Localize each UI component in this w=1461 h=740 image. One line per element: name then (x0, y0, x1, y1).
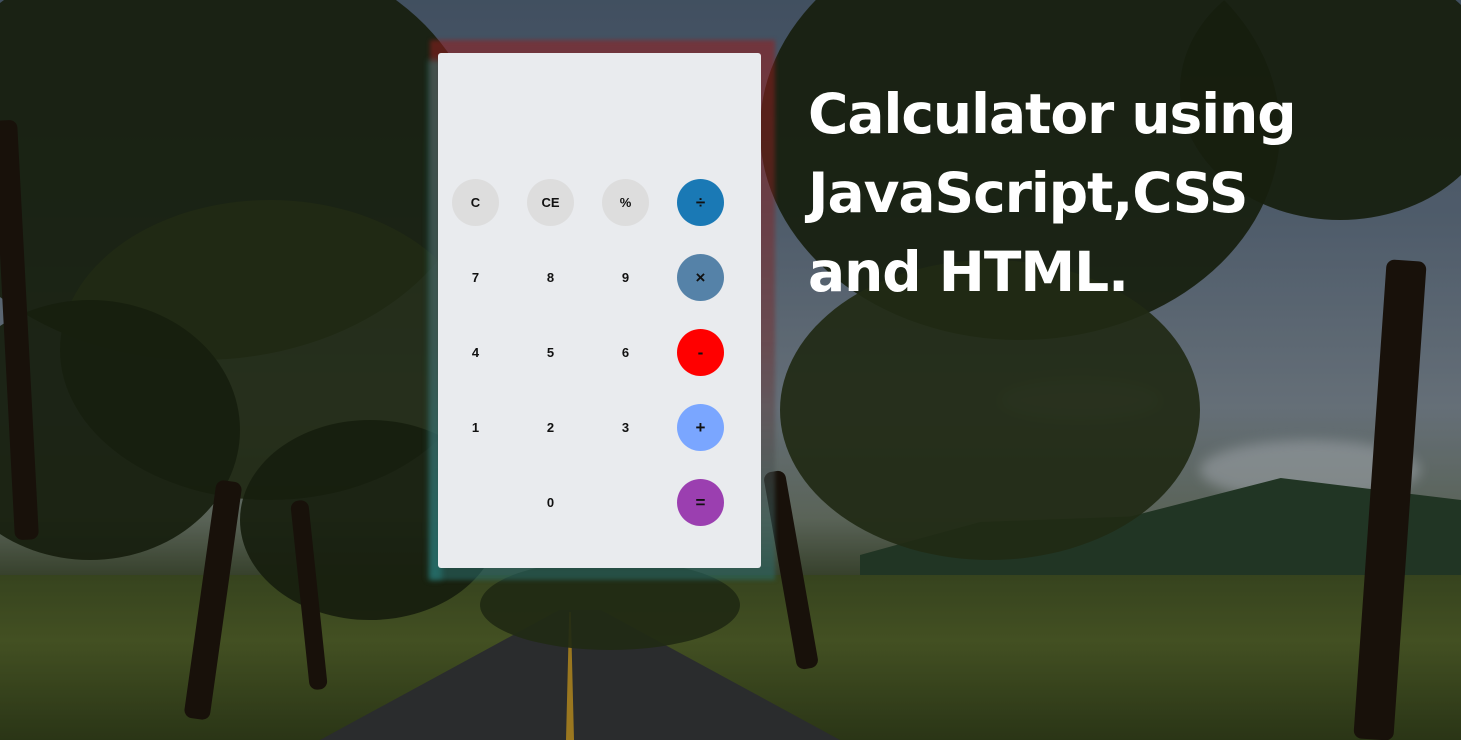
digit-8-button[interactable]: 8 (527, 254, 574, 301)
digit-2-button[interactable]: 2 (527, 404, 574, 451)
heading-line-2: JavaScript,CSS (808, 161, 1248, 225)
digit-4-button[interactable]: 4 (452, 329, 499, 376)
digit-1-button[interactable]: 1 (452, 404, 499, 451)
digit-9-button[interactable]: 9 (602, 254, 649, 301)
minus-button[interactable]: - (677, 329, 724, 376)
digit-6-button[interactable]: 6 (602, 329, 649, 376)
heading-line-3: and HTML. (808, 240, 1129, 304)
heading-line-1: Calculator using (808, 82, 1297, 146)
divide-button[interactable]: ÷ (677, 179, 724, 226)
digit-3-button[interactable]: 3 (602, 404, 649, 451)
percent-button[interactable]: % (602, 179, 649, 226)
digit-0-button[interactable]: 0 (527, 479, 574, 526)
page-heading: Calculator using JavaScript,CSS and HTML… (808, 75, 1328, 312)
calculator: C CE % ÷ 7 8 9 × 4 5 6 - 1 2 3 + 0 = (438, 53, 761, 568)
plus-button[interactable]: + (677, 404, 724, 451)
clear-entry-button[interactable]: CE (527, 179, 574, 226)
clear-button[interactable]: C (452, 179, 499, 226)
digit-7-button[interactable]: 7 (452, 254, 499, 301)
equals-button[interactable]: = (677, 479, 724, 526)
multiply-button[interactable]: × (677, 254, 724, 301)
digit-5-button[interactable]: 5 (527, 329, 574, 376)
